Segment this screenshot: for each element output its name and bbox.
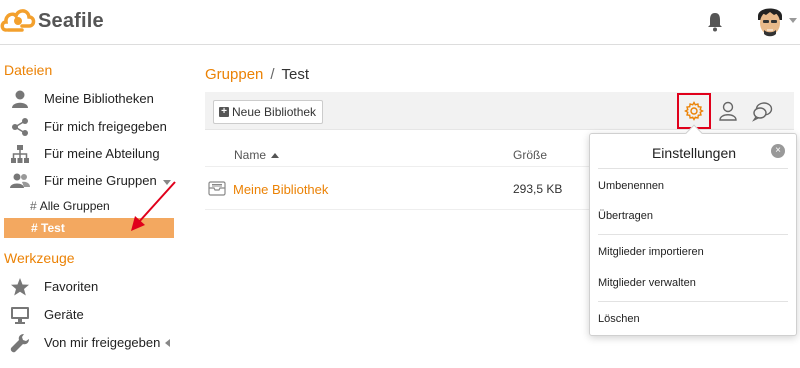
sidebar-item-favorites[interactable]: Favoriten bbox=[0, 274, 178, 300]
close-icon[interactable]: × bbox=[771, 144, 785, 158]
menu-item-import-members[interactable]: Mitglieder importieren bbox=[598, 246, 704, 258]
breadcrumb-groups-link[interactable]: Gruppen bbox=[205, 66, 263, 83]
column-header-name[interactable]: Name bbox=[234, 148, 280, 162]
library-name-link[interactable]: Meine Bibliothek bbox=[233, 182, 328, 197]
seafile-cloud-logo-icon bbox=[0, 9, 36, 32]
sidebar-item-shared-by-me[interactable]: Von mir freigegeben bbox=[0, 330, 178, 356]
org-chart-icon bbox=[11, 145, 29, 163]
breadcrumb-separator: / bbox=[270, 66, 275, 83]
sidebar-item-label: Geräte bbox=[44, 307, 84, 322]
column-name-label: Name bbox=[234, 148, 267, 162]
logo[interactable]: Seafile bbox=[0, 4, 104, 38]
sidebar-item-devices[interactable]: Geräte bbox=[0, 302, 178, 328]
breadcrumb-current: Test bbox=[281, 66, 310, 83]
menu-item-rename[interactable]: Umbenennen bbox=[598, 180, 664, 192]
breadcrumb: Gruppen / Test bbox=[205, 66, 309, 83]
files-heading: Dateien bbox=[4, 62, 53, 78]
sidebar-item-label: Für mich freigegeben bbox=[44, 119, 167, 134]
menu-item-manage-members[interactable]: Mitglieder verwalten bbox=[598, 277, 696, 289]
new-library-button[interactable]: + Neue Bibliothek bbox=[213, 100, 324, 124]
sidebar-item-my-libraries[interactable]: Meine Bibliotheken bbox=[0, 86, 178, 112]
chevron-down-icon[interactable] bbox=[163, 180, 171, 185]
bell-icon[interactable] bbox=[707, 12, 723, 32]
sidebar-item-label: Von mir freigegeben bbox=[44, 335, 161, 350]
sidebar-item-label: Alle Gruppen bbox=[39, 199, 110, 213]
monitor-icon bbox=[11, 307, 29, 324]
column-header-size[interactable]: Größe bbox=[513, 148, 547, 162]
settings-popover: Einstellungen × Umbenennen Übertragen Mi… bbox=[589, 124, 797, 336]
sidebar-item-label: Favoriten bbox=[44, 279, 99, 294]
menu-item-transfer[interactable]: Übertragen bbox=[598, 210, 653, 222]
wrench-icon bbox=[10, 334, 29, 353]
group-icon bbox=[10, 173, 30, 188]
sidebar-item-label: Meine Bibliotheken bbox=[44, 91, 154, 106]
divider bbox=[598, 301, 788, 302]
sidebar-item-shared-with-me[interactable]: Für mich freigegeben bbox=[0, 114, 178, 140]
chevron-left-icon[interactable] bbox=[165, 339, 170, 347]
seafile-app: Seafile Dateien Meine Bibliotheken Für m… bbox=[0, 0, 800, 368]
star-icon bbox=[11, 278, 29, 296]
library-icon bbox=[208, 181, 226, 196]
sidebar-item-label: Für meine Abteilung bbox=[44, 146, 160, 161]
menu-item-delete[interactable]: Löschen bbox=[598, 313, 640, 325]
app-name: Seafile bbox=[38, 9, 104, 32]
hash-icon: # bbox=[30, 199, 37, 213]
members-icon[interactable] bbox=[717, 100, 739, 122]
tools-heading: Werkzeuge bbox=[4, 250, 75, 266]
sidebar-item-test-group[interactable]: # Test bbox=[4, 218, 174, 238]
sidebar-item-all-groups[interactable]: # Alle Gruppen bbox=[30, 199, 110, 213]
share-icon bbox=[12, 118, 28, 136]
sidebar-item-my-groups[interactable]: Für meine Gruppen bbox=[0, 168, 178, 194]
user-icon bbox=[12, 90, 28, 108]
user-avatar[interactable] bbox=[754, 4, 786, 40]
library-size: 293,5 KB bbox=[513, 182, 563, 196]
divider bbox=[598, 234, 788, 235]
gear-icon bbox=[684, 101, 704, 121]
table-row[interactable]: Meine Bibliothek 293,5 KB bbox=[205, 166, 590, 210]
sidebar-item-label: Für meine Gruppen bbox=[44, 173, 157, 188]
sidebar-item-label: Test bbox=[41, 221, 65, 235]
divider bbox=[598, 168, 788, 169]
hash-icon: # bbox=[31, 221, 38, 235]
new-library-label: Neue Bibliothek bbox=[232, 105, 317, 119]
discussion-icon[interactable] bbox=[752, 100, 774, 122]
plus-icon: + bbox=[219, 107, 229, 117]
sidebar-item-department[interactable]: Für meine Abteilung bbox=[0, 141, 178, 167]
sort-up-icon bbox=[271, 153, 280, 158]
avatar-dropdown-icon[interactable] bbox=[789, 18, 797, 23]
toolbar: + Neue Bibliothek bbox=[205, 92, 794, 130]
popover-title: Einstellungen bbox=[651, 145, 737, 161]
top-bar: Seafile bbox=[0, 0, 800, 45]
